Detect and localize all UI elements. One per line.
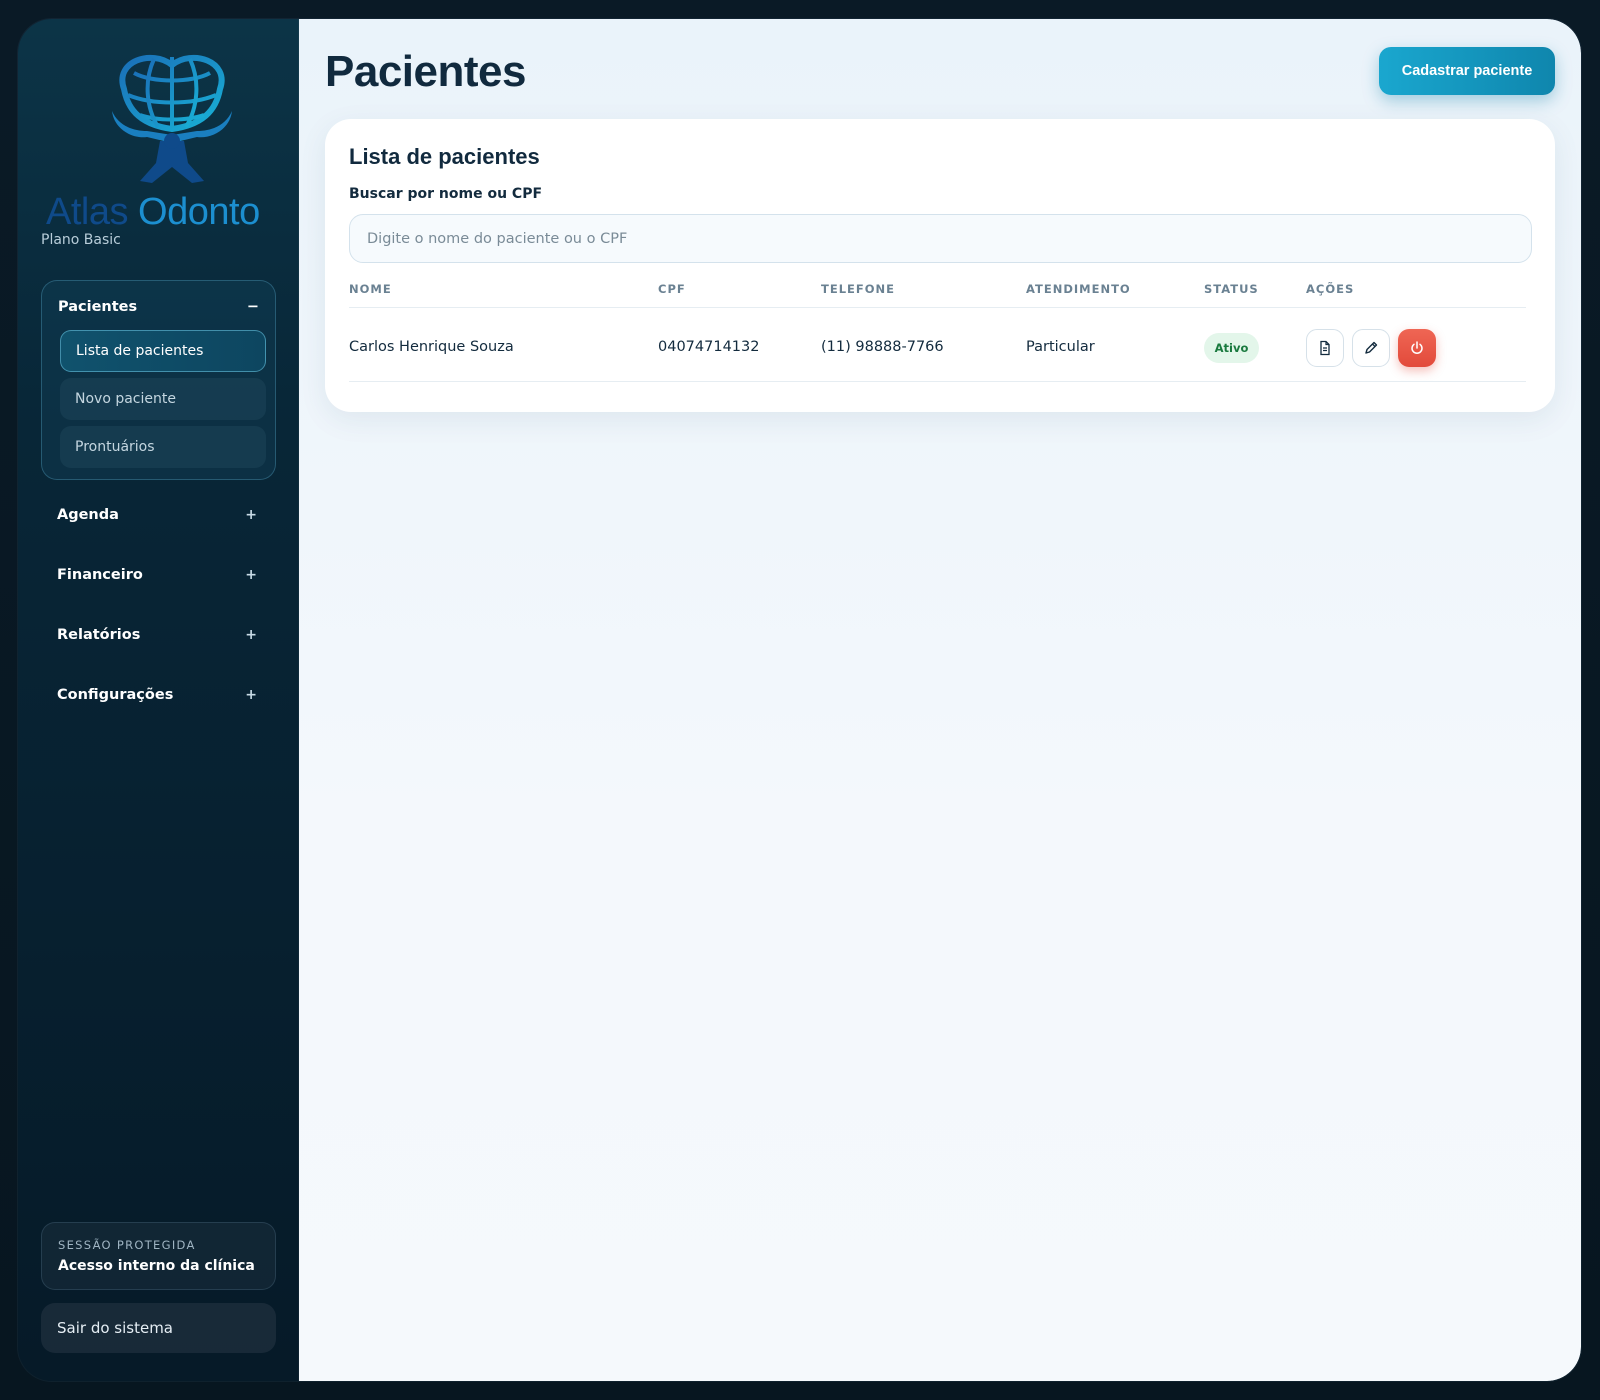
nav-group-label: Relatórios <box>57 627 141 643</box>
main-content: Pacientes Cadastrar paciente Lista de pa… <box>299 19 1581 1381</box>
nav-group-label: Agenda <box>57 507 119 523</box>
expand-icon: + <box>245 687 257 703</box>
card-title: Lista de pacientes <box>349 144 540 169</box>
row-divider <box>349 381 1526 382</box>
add-patient-button[interactable]: Cadastrar paciente <box>1379 47 1555 95</box>
collapse-icon[interactable]: − <box>247 299 259 315</box>
column-header-status: STATUS <box>1204 282 1259 296</box>
sidebar-item-prontuarios[interactable]: Prontuários <box>60 426 266 468</box>
expand-icon: + <box>245 507 257 523</box>
cell-atendimento: Particular <box>1026 339 1095 355</box>
column-header-nome: NOME <box>349 282 392 296</box>
plan-label: Plano Basic <box>41 232 121 248</box>
cell-telefone: (11) 98888-7766 <box>821 339 944 355</box>
session-caption: SESSÃO PROTEGIDA <box>58 1238 196 1252</box>
brand-name-part1: Atlas <box>46 191 128 233</box>
sidebar-item-lista-de-pacientes[interactable]: Lista de pacientes <box>60 330 266 372</box>
nav-group-agenda[interactable]: Agenda + <box>57 504 257 526</box>
sidebar-item-novo-paciente[interactable]: Novo paciente <box>60 378 266 420</box>
header-divider <box>349 307 1526 308</box>
session-value: Acesso interno da clínica <box>58 1258 255 1274</box>
session-info: SESSÃO PROTEGIDA Acesso interno da clíni… <box>41 1222 276 1290</box>
brand-name-part2: Odonto <box>138 191 260 233</box>
search-label: Buscar por nome ou CPF <box>349 186 543 202</box>
patients-card: Lista de pacientes Buscar por nome ou CP… <box>325 119 1555 412</box>
brand-logo: Atlas Odonto <box>42 51 262 241</box>
edit-button[interactable] <box>1352 329 1390 367</box>
globe-tooth-logo-icon <box>112 54 232 183</box>
status-badge: Ativo <box>1204 333 1259 363</box>
column-header-atendimento: ATENDIMENTO <box>1026 282 1131 296</box>
cell-cpf: 04074714132 <box>658 339 760 355</box>
nav-group-header-pacientes[interactable]: Pacientes − <box>58 297 259 317</box>
sidebar-item-label: Novo paciente <box>75 391 176 407</box>
column-header-telefone: TELEFONE <box>821 282 895 296</box>
pencil-icon <box>1365 341 1378 354</box>
cell-nome: Carlos Henrique Souza <box>349 339 514 355</box>
nav-group-pacientes: Pacientes − Lista de pacientes Novo paci… <box>41 280 276 480</box>
logout-label: Sair do sistema <box>57 1319 173 1337</box>
search-input[interactable] <box>349 214 1532 263</box>
nav-group-label: Financeiro <box>57 567 143 583</box>
sidebar-item-label: Prontuários <box>75 439 155 455</box>
document-icon <box>1320 340 1330 356</box>
nav-group-relatorios[interactable]: Relatórios + <box>57 624 257 646</box>
nav-group-financeiro[interactable]: Financeiro + <box>57 564 257 586</box>
expand-icon: + <box>245 627 257 643</box>
expand-icon: + <box>245 567 257 583</box>
column-header-acoes: AÇÕES <box>1306 282 1355 296</box>
logout-button[interactable]: Sair do sistema <box>41 1303 276 1353</box>
nav-group-configuracoes[interactable]: Configurações + <box>57 684 257 706</box>
sidebar: Atlas Odonto Plano Basic Pacientes − Lis… <box>18 19 299 1381</box>
page-title: Pacientes <box>325 47 526 96</box>
sidebar-item-label: Lista de pacientes <box>76 343 204 359</box>
view-record-button[interactable] <box>1306 329 1344 367</box>
deactivate-button[interactable] <box>1398 329 1436 367</box>
brand-name: Atlas Odonto <box>46 191 260 234</box>
power-icon <box>1411 341 1423 355</box>
nav-group-label: Pacientes <box>58 299 138 315</box>
nav-group-label: Configurações <box>57 687 174 703</box>
column-header-cpf: CPF <box>658 282 686 296</box>
app-window: Atlas Odonto Plano Basic Pacientes − Lis… <box>18 19 1581 1381</box>
